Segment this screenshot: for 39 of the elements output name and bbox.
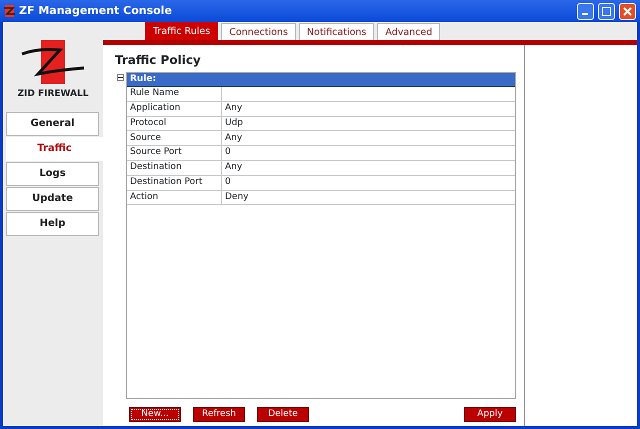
- close-icon: [623, 6, 632, 16]
- panel-title: Traffic Policy: [115, 52, 202, 69]
- group-header: Rule:: [127, 73, 515, 87]
- property-name: Destination Port: [127, 176, 222, 190]
- property-name: Destination: [127, 160, 222, 175]
- tab[interactable]: Notifications: [298, 23, 374, 40]
- action-button[interactable]: Delete: [257, 407, 309, 422]
- tab[interactable]: Connections: [221, 23, 296, 40]
- apply-button[interactable]: Apply: [464, 407, 516, 422]
- app-icon: [4, 5, 15, 17]
- sidebar-item[interactable]: General: [6, 112, 99, 136]
- property-value[interactable]: Any: [222, 131, 515, 146]
- property-name: Source: [127, 131, 222, 146]
- tab[interactable]: Advanced: [377, 23, 440, 40]
- property-value[interactable]: 0: [222, 176, 515, 190]
- maximize-button[interactable]: [598, 2, 615, 20]
- action-button[interactable]: Refresh: [193, 407, 245, 422]
- property-name: Source Port: [127, 146, 222, 160]
- close-button[interactable]: [619, 2, 636, 20]
- property-value[interactable]: Any: [222, 102, 515, 116]
- property-value[interactable]: 0: [222, 146, 515, 160]
- sidebar-item[interactable]: Help: [6, 212, 99, 236]
- property-name: Protocol: [127, 116, 222, 130]
- sidebar-item[interactable]: Logs: [6, 162, 99, 186]
- property-value[interactable]: Any: [222, 160, 515, 175]
- sidebar-item[interactable]: Update: [6, 186, 99, 210]
- window-title: ZF Management Console: [19, 2, 172, 19]
- property-value[interactable]: Udp: [222, 116, 515, 130]
- minimize-button[interactable]: [577, 2, 594, 20]
- property-name: Application: [127, 102, 222, 116]
- property-name: Rule Name: [127, 87, 222, 101]
- collapse-toggle-icon[interactable]: [117, 74, 124, 81]
- property-name: Action: [127, 190, 222, 204]
- sidebar-item[interactable]: Traffic: [6, 136, 103, 160]
- action-button[interactable]: New...: [129, 407, 181, 422]
- logo-text: ZID FIREWALL: [16, 88, 90, 101]
- property-value[interactable]: Deny: [222, 190, 515, 204]
- maximize-icon: [602, 6, 611, 16]
- tab[interactable]: Traffic Rules: [145, 22, 218, 40]
